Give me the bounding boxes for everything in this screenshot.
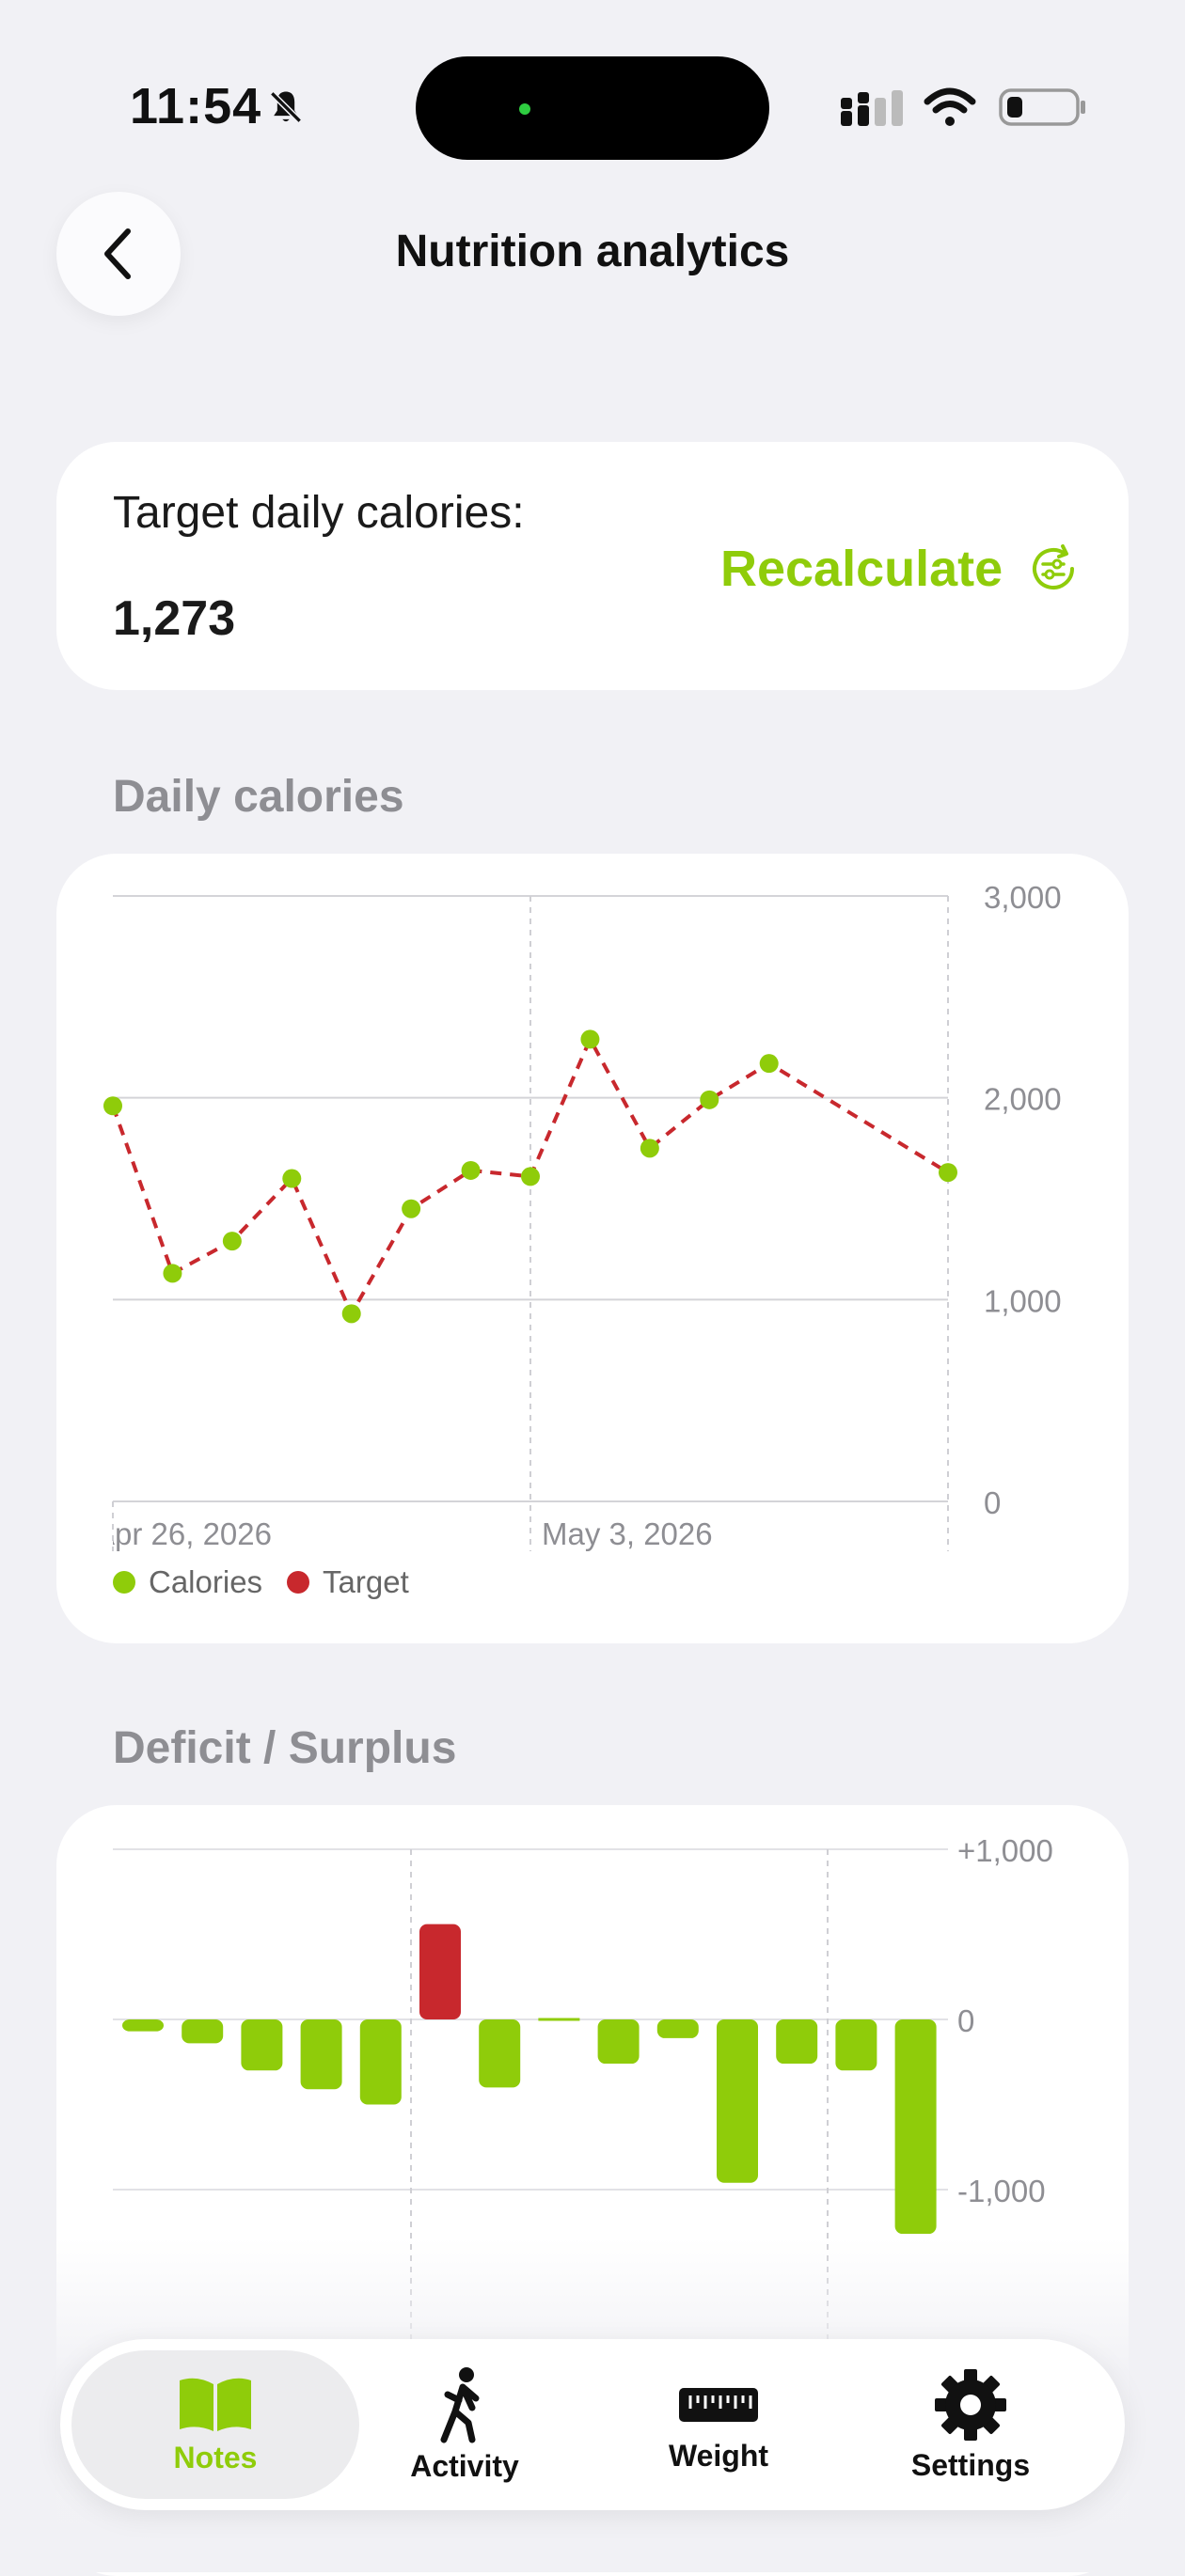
bar [597, 2019, 640, 2065]
tab-weight[interactable]: Weight [626, 2350, 811, 2499]
bar [300, 2019, 342, 2090]
bar [241, 2019, 283, 2071]
bar [122, 2019, 164, 2032]
ruler-icon [679, 2387, 758, 2422]
y-tick-label: +1,000 [957, 1833, 1053, 1868]
tab-weight-label: Weight [668, 2438, 769, 2473]
bar [656, 2019, 699, 2038]
tab-notes[interactable]: Notes [71, 2350, 359, 2499]
walking-person-icon [440, 2366, 480, 2442]
bar [419, 1924, 461, 2019]
bar [479, 2019, 521, 2088]
book-icon [180, 2378, 251, 2431]
gear-icon [935, 2368, 1006, 2441]
bar [835, 2019, 877, 2071]
tab-activity-label: Activity [410, 2448, 519, 2483]
bar [776, 2019, 818, 2065]
bar [182, 2019, 224, 2044]
tab-settings-label: Settings [910, 2447, 1031, 2482]
y-tick-label: -1,000 [957, 2174, 1046, 2208]
deficit-surplus-chart: +1,000 0 -1,000 [113, 1833, 1053, 2369]
bar [717, 2019, 758, 2183]
bar [359, 2019, 402, 2105]
bar [894, 2019, 937, 2235]
tab-notes-label: Notes [173, 2440, 258, 2474]
y-tick-label: 0 [957, 2003, 974, 2038]
tab-activity[interactable]: Activity [374, 2350, 555, 2499]
tab-settings[interactable]: Settings [884, 2350, 1057, 2499]
